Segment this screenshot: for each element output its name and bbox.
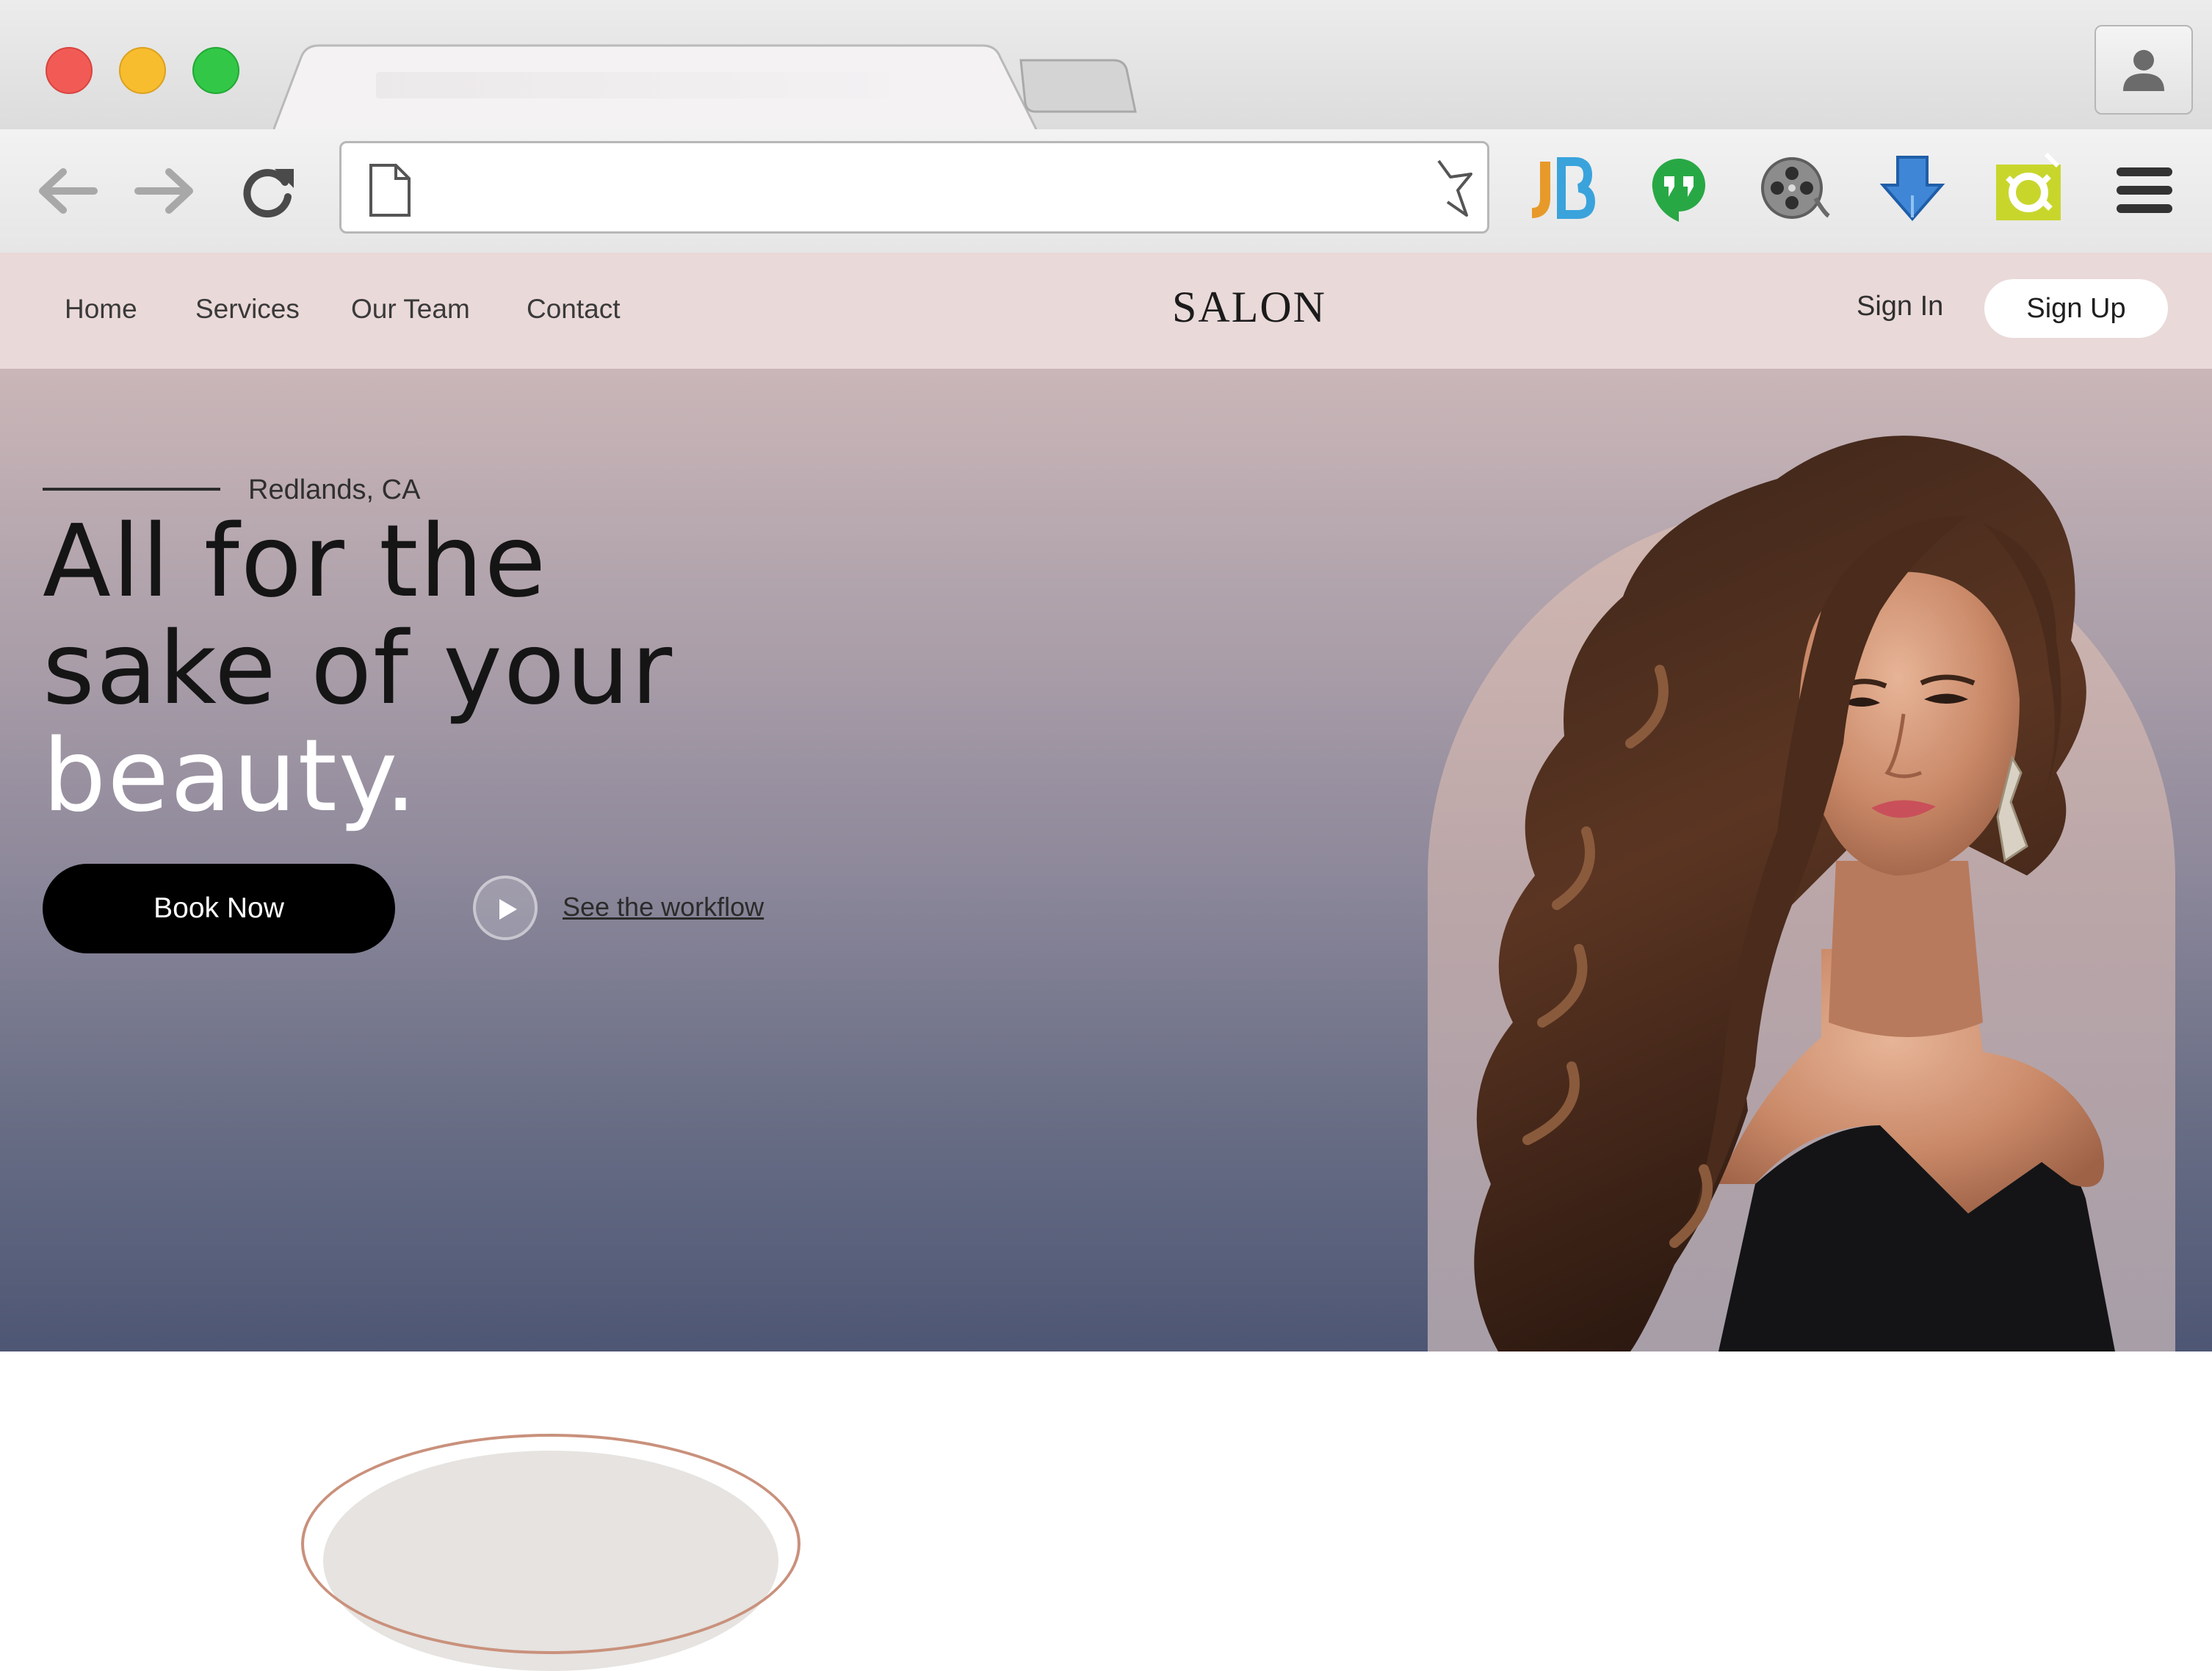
download-arrow-icon[interactable] — [1876, 151, 1949, 225]
browser-toolbar — [0, 129, 2212, 254]
hangouts-icon[interactable] — [1642, 151, 1716, 225]
hero-section: Redlands, CA All for the sake of your be… — [0, 369, 2212, 1351]
play-workflow-button[interactable] — [473, 876, 538, 940]
screenshot-icon[interactable] — [1992, 151, 2065, 225]
headline-line-3: beauty. — [43, 718, 419, 834]
new-tab-button[interactable] — [1018, 57, 1138, 115]
close-window-button[interactable] — [46, 47, 93, 94]
profile-button[interactable] — [2094, 25, 2193, 115]
browser-titlebar — [0, 0, 2212, 131]
maximize-window-button[interactable] — [192, 47, 239, 94]
page-icon — [369, 164, 411, 217]
minimize-window-button[interactable] — [119, 47, 166, 94]
person-icon — [2123, 50, 2164, 91]
sign-up-button[interactable]: Sign Up — [1984, 279, 2168, 338]
nav-link-our-team[interactable]: Our Team — [351, 294, 470, 325]
location-divider — [43, 488, 220, 491]
forward-arrow-icon — [134, 168, 193, 214]
bookmark-star-icon[interactable] — [1428, 156, 1477, 218]
see-workflow-link[interactable]: See the workflow — [563, 892, 764, 923]
reload-icon — [243, 169, 294, 218]
address-bar[interactable] — [339, 141, 1489, 234]
reload-button[interactable] — [236, 162, 303, 220]
section-preview-arc — [301, 1434, 800, 1654]
headline-line-2: sake of your — [43, 611, 674, 727]
nav-link-services[interactable]: Services — [195, 294, 300, 325]
sign-in-link[interactable]: Sign In — [1857, 291, 1943, 322]
tab-title — [376, 72, 890, 98]
book-now-button[interactable]: Book Now — [43, 864, 395, 953]
hero-model-photo — [1474, 436, 2115, 1351]
hamburger-menu-icon[interactable] — [2115, 165, 2174, 216]
headline-line-1: All for the — [43, 504, 548, 620]
film-reel-icon[interactable] — [1757, 151, 1830, 225]
nav-link-contact[interactable]: Contact — [527, 294, 621, 325]
site-navbar: Home Services Our Team Contact SALON Sig… — [0, 253, 2212, 369]
jetbrains-icon[interactable] — [1525, 151, 1598, 225]
play-icon — [499, 899, 517, 920]
hero-headline: All for the sake of your beauty. — [43, 508, 673, 830]
location-label: Redlands, CA — [248, 474, 421, 505]
site-logo[interactable]: SALON — [1172, 282, 1326, 333]
back-arrow-icon — [39, 168, 98, 214]
browser-tab-active[interactable] — [273, 43, 1037, 131]
nav-link-home[interactable]: Home — [65, 294, 137, 325]
back-button[interactable] — [32, 162, 98, 220]
forward-button[interactable] — [134, 162, 200, 220]
